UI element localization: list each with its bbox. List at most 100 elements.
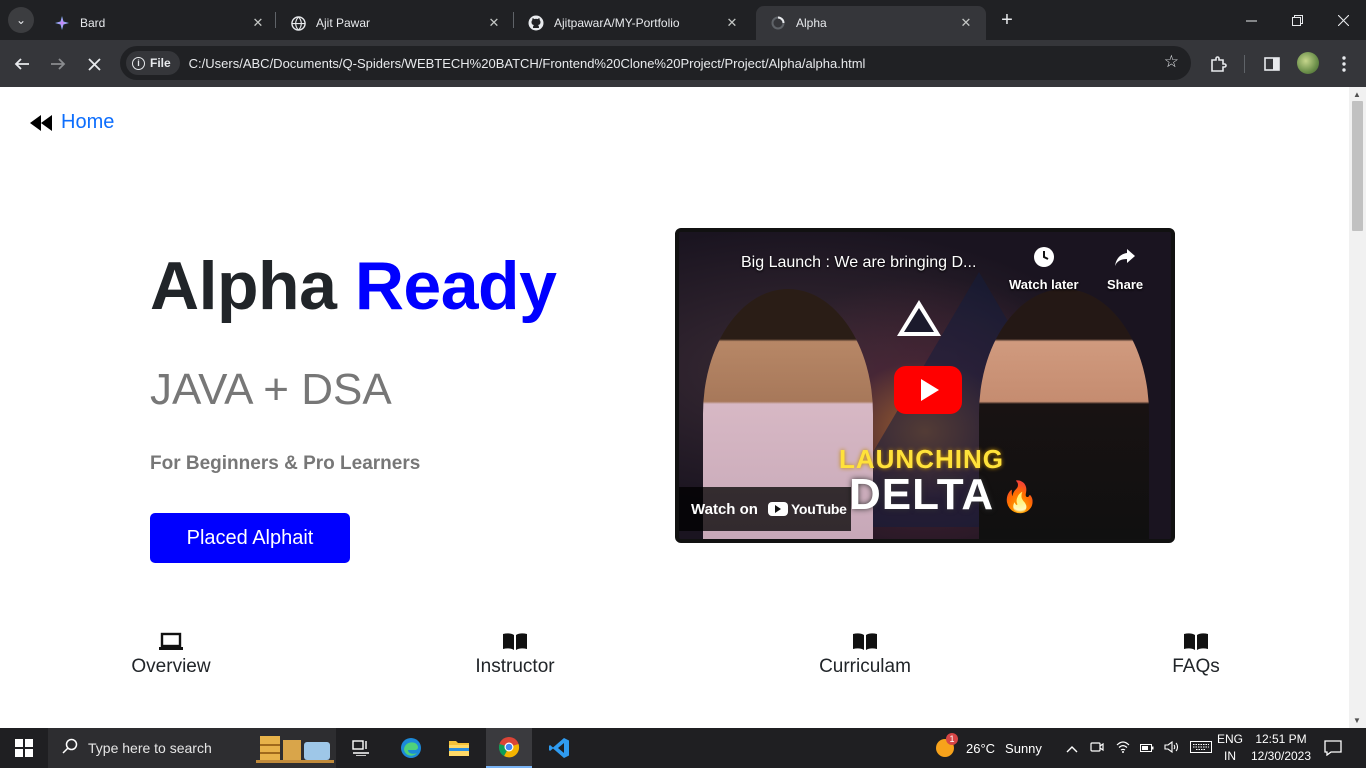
hero-title-main: Alpha: [150, 248, 337, 324]
close-icon[interactable]: ✕: [484, 13, 504, 33]
nav-curriculam[interactable]: Curriculam: [795, 630, 935, 678]
tab-bard[interactable]: Bard ✕: [40, 6, 278, 40]
keyboard-icon[interactable]: [1190, 740, 1212, 756]
side-panel-icon[interactable]: [1258, 50, 1286, 78]
search-placeholder: Type here to search: [88, 740, 212, 756]
placed-alphait-button[interactable]: Placed Alphait: [150, 513, 350, 563]
nav-instructor-label: Instructor: [475, 656, 555, 677]
profile-avatar[interactable]: [1297, 52, 1319, 74]
book-icon: [503, 633, 527, 650]
toolbar-divider: [1244, 55, 1245, 73]
hero-title-accent: Ready: [354, 248, 557, 324]
browser-tab-strip: ⌄ Bard ✕ Ajit Pawar ✕ AjitpawarA/MY-Port…: [0, 0, 1366, 40]
nav-faqs-label: FAQs: [1172, 656, 1220, 677]
delta-logo-icon: [897, 300, 941, 336]
back-arrow-icon[interactable]: [8, 50, 36, 78]
github-icon: [528, 15, 544, 31]
tab-title: Bard: [80, 16, 106, 30]
weather-temperature: 26°C: [966, 740, 996, 756]
browser-toolbar: i File C:/Users/ABC/Documents/Q-Spiders/…: [0, 40, 1366, 87]
nav-faqs[interactable]: FAQs: [1126, 630, 1266, 678]
video-title[interactable]: Big Launch : We are bringing D...: [741, 254, 976, 272]
close-icon[interactable]: ✕: [248, 13, 268, 33]
weather-condition: Sunny: [1005, 740, 1042, 756]
nav-overview[interactable]: Overview: [101, 630, 241, 678]
windows-start-icon[interactable]: [15, 739, 33, 757]
chevron-up-icon[interactable]: [1066, 741, 1078, 756]
battery-icon[interactable]: [1140, 741, 1154, 756]
site-info-chip[interactable]: i File: [126, 51, 180, 75]
scroll-thumb[interactable]: [1352, 101, 1363, 231]
laptop-icon: [159, 632, 183, 650]
nav-curriculam-label: Curriculam: [819, 656, 911, 677]
play-button-icon[interactable]: [894, 366, 962, 414]
forward-arrow-icon[interactable]: [44, 50, 72, 78]
watch-on-label: Watch on: [691, 500, 758, 518]
speaker-icon[interactable]: [1164, 740, 1179, 756]
youtube-wordmark: YouTube: [790, 501, 847, 517]
taskbar-search-box[interactable]: Type here to search: [48, 728, 336, 768]
search-icon: [62, 738, 78, 759]
search-highlight-illustration-icon: [256, 732, 334, 764]
home-link[interactable]: Home: [30, 111, 114, 134]
close-icon[interactable]: ✕: [722, 13, 742, 33]
minimize-icon[interactable]: [1228, 0, 1274, 40]
input-language[interactable]: ENG IN: [1212, 731, 1248, 765]
clock-icon: [1009, 246, 1079, 274]
tab-github-portfolio[interactable]: AjitpawarA/MY-Portfolio ✕: [514, 6, 752, 40]
tab-ajit-pawar[interactable]: Ajit Pawar ✕: [276, 6, 514, 40]
meet-now-icon[interactable]: [1090, 740, 1104, 757]
loading-icon: [770, 15, 786, 31]
clock-date: 12/30/2023: [1250, 749, 1312, 763]
address-bar[interactable]: i File C:/Users/ABC/Documents/Q-Spiders/…: [120, 46, 1191, 80]
youtube-video-embed[interactable]: Big Launch : We are bringing D... Watch …: [675, 228, 1175, 543]
page-scrollbar[interactable]: ▲ ▼: [1349, 87, 1366, 728]
share-label: Share: [1107, 277, 1144, 292]
edge-icon[interactable]: [388, 728, 434, 768]
fire-icon: 🔥: [1001, 481, 1039, 514]
tab-alpha[interactable]: Alpha ✕: [756, 6, 986, 40]
watch-later-button[interactable]: Watch later: [1009, 246, 1079, 292]
vscode-icon[interactable]: [536, 728, 582, 768]
home-link-label: Home: [61, 111, 115, 133]
book-icon: [1184, 633, 1208, 650]
notifications-icon[interactable]: [1324, 728, 1342, 768]
language-code: ENG: [1216, 732, 1243, 746]
window-close-icon[interactable]: [1320, 0, 1366, 40]
tab-title: AjitpawarA/MY-Portfolio: [554, 16, 680, 30]
nav-overview-label: Overview: [131, 656, 211, 677]
nav-instructor[interactable]: Instructor: [445, 630, 585, 678]
hero-tagline: For Beginners & Pro Learners: [150, 453, 421, 474]
scroll-up-arrow-icon[interactable]: ▲: [1353, 90, 1361, 99]
tab-search-chevron-icon[interactable]: ⌄: [8, 7, 34, 33]
close-icon[interactable]: ✕: [956, 13, 976, 33]
book-icon: [853, 633, 877, 650]
chrome-icon[interactable]: [486, 728, 532, 768]
extensions-icon[interactable]: [1204, 50, 1232, 78]
system-clock[interactable]: 12:51 PM 12/30/2023: [1244, 731, 1318, 765]
bookmark-star-icon[interactable]: ☆: [1164, 52, 1179, 72]
wifi-icon[interactable]: [1116, 740, 1130, 756]
hero-subtitle: JAVA + DSA: [150, 365, 392, 414]
windows-taskbar: Type here to search 1 26°C Sunny ENG IN …: [0, 728, 1366, 768]
kebab-menu-icon[interactable]: [1330, 50, 1358, 78]
weather-widget[interactable]: 1 26°C Sunny: [934, 728, 1042, 768]
backward-icon: [30, 114, 52, 131]
new-tab-plus-icon[interactable]: +: [996, 9, 1018, 31]
url-text[interactable]: C:/Users/ABC/Documents/Q-Spiders/WEBTECH…: [189, 56, 866, 71]
file-explorer-icon[interactable]: [436, 728, 482, 768]
info-icon: i: [132, 56, 145, 70]
sun-weather-icon: 1: [934, 733, 958, 759]
restore-icon[interactable]: [1274, 0, 1320, 40]
watch-on-youtube-button[interactable]: Watch on YouTube: [679, 487, 851, 531]
youtube-play-icon: [767, 502, 788, 516]
share-button[interactable]: Share: [1107, 246, 1143, 292]
youtube-logo: YouTube: [767, 501, 847, 517]
task-view-icon[interactable]: [338, 728, 384, 768]
scroll-down-arrow-icon[interactable]: ▼: [1353, 716, 1361, 725]
share-arrow-icon: [1107, 246, 1143, 274]
bard-icon: [54, 15, 70, 31]
language-region: IN: [1224, 749, 1236, 763]
hero-title: Alpha Ready: [150, 247, 557, 325]
stop-loading-icon[interactable]: [80, 50, 108, 78]
